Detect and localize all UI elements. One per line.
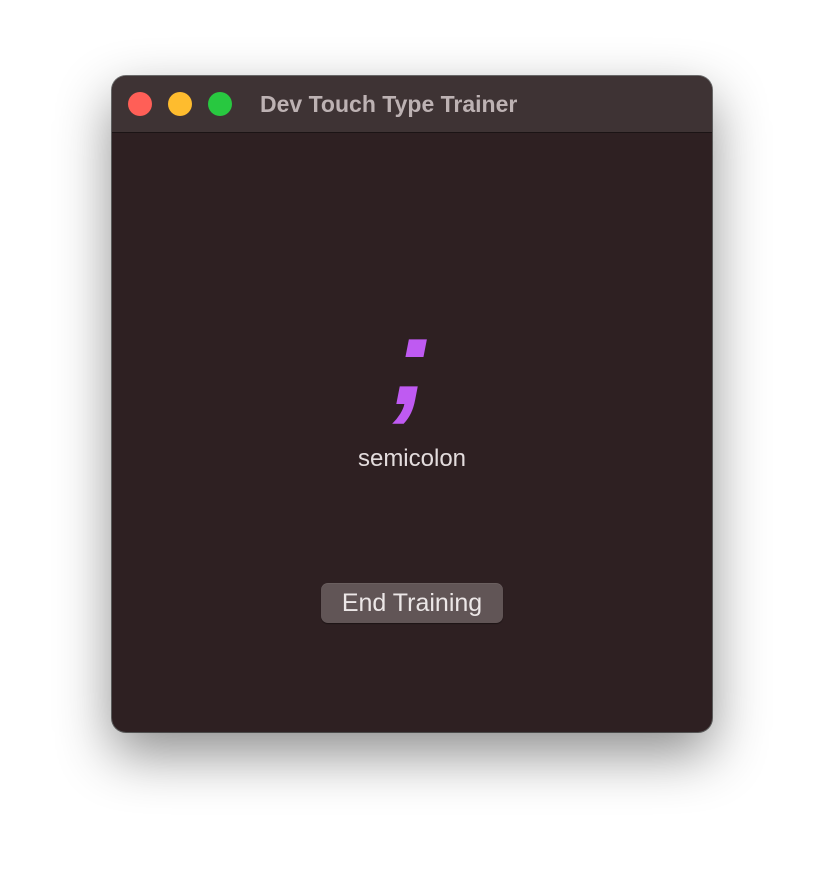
end-training-button[interactable]: End Training	[321, 583, 503, 623]
trainer-panel: ; semicolon End Training	[112, 133, 712, 732]
app-window: Dev Touch Type Trainer ; semicolon End T…	[112, 76, 712, 732]
minimize-window-button[interactable]	[168, 92, 192, 116]
current-symbol: ;	[390, 289, 434, 432]
current-symbol-name: semicolon	[357, 445, 467, 472]
close-window-button[interactable]	[128, 92, 152, 116]
window-title: Dev Touch Type Trainer	[260, 91, 518, 117]
zoom-window-button[interactable]	[208, 92, 232, 116]
title-bar[interactable]: Dev Touch Type Trainer	[112, 76, 712, 133]
